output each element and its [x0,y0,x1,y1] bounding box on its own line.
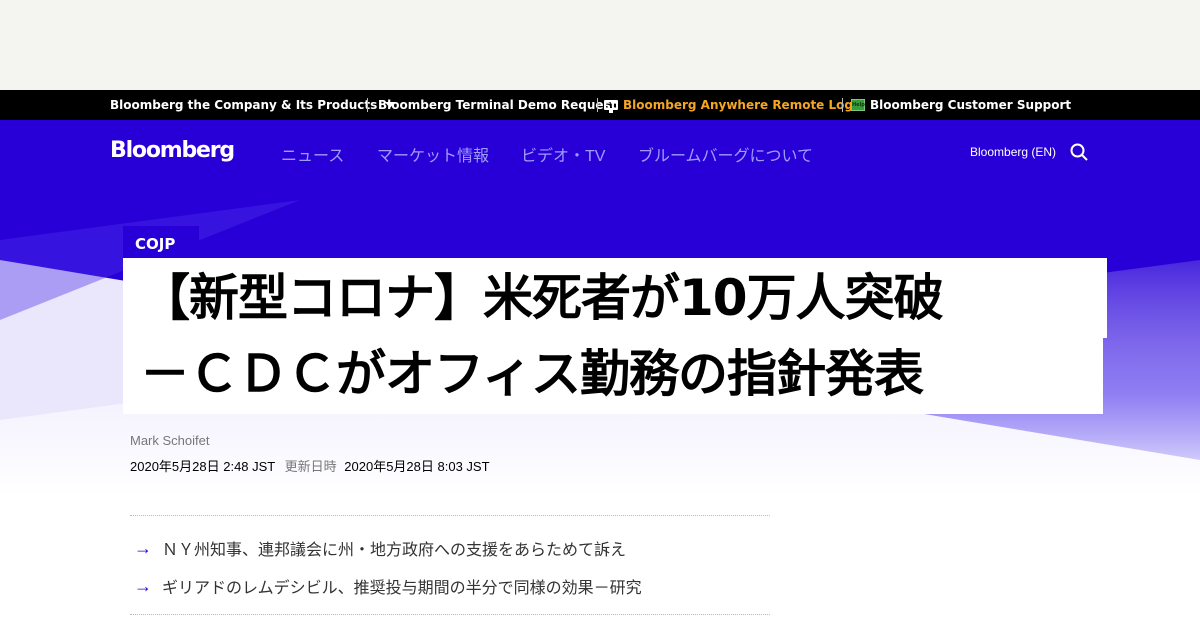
author-name[interactable]: Mark Schoifet [130,433,209,448]
updated-label: 更新日時 [284,459,337,474]
customer-support-label: Bloomberg Customer Support [870,98,1072,112]
divider [130,614,770,615]
company-products-label: Bloomberg the Company & Its Products [110,98,378,112]
monitor-icon [604,100,618,113]
nav-about[interactable]: ブルームバーグについて [638,142,813,166]
arrow-right-icon: → [134,575,152,596]
published-time: 2020年5月28日 2:48 JST [130,459,276,474]
summary-bullet-text: ＮＹ州知事、連邦議会に州・地方政府への支援をあらためて訴え [162,542,627,559]
anywhere-login-label: Bloomberg Anywhere Remote Login [623,98,866,112]
category-tag[interactable]: COJP [123,226,199,258]
customer-support-link[interactable]: Help Bloomberg Customer Support [851,90,1071,120]
updated-time: 2020年5月28日 8:03 JST [344,459,490,474]
nav-video-tv[interactable]: ビデオ・TV [521,142,605,166]
terminal-demo-label: Bloomberg Terminal Demo Request [378,98,617,112]
terminal-demo-link[interactable]: Bloomberg Terminal Demo Request [378,90,616,120]
nav-markets[interactable]: マーケット情報 [377,142,489,166]
company-products-menu[interactable]: Bloomberg the Company & Its Products [110,90,396,120]
separator [842,98,843,112]
anywhere-login-link[interactable]: Bloomberg Anywhere Remote Login [604,90,866,120]
summary-bullet: → ＮＹ州知事、連邦議会に州・地方政府への支援をあらためて訴え [134,536,626,560]
search-icon[interactable] [1070,143,1088,161]
nav-news[interactable]: ニュース [281,142,344,166]
headline-line-1: 【新型コロナ】米死者が10万人突破 [123,258,1107,338]
summary-bullet-text: ギリアドのレムデシビル、推奨投与期間の半分で同様の効果－研究 [162,580,642,597]
edition-switch[interactable]: Bloomberg (EN) [970,145,1056,159]
ad-banner [0,0,1200,90]
separator [597,98,598,112]
separator [367,98,368,112]
help-icon: Help [851,99,865,111]
divider [130,515,770,516]
headline-line-2: －ＣＤＣがオフィス勤務の指針発表 [123,336,1103,414]
arrow-right-icon: → [134,537,152,558]
bloomberg-logo[interactable]: Bloomberg [110,138,235,163]
article-dates: 2020年5月28日 2:48 JST 更新日時 2020年5月28日 8:03… [130,456,490,475]
top-bar: Bloomberg the Company & Its Products Blo… [0,90,1200,120]
summary-bullet: → ギリアドのレムデシビル、推奨投与期間の半分で同様の効果－研究 [134,574,642,598]
